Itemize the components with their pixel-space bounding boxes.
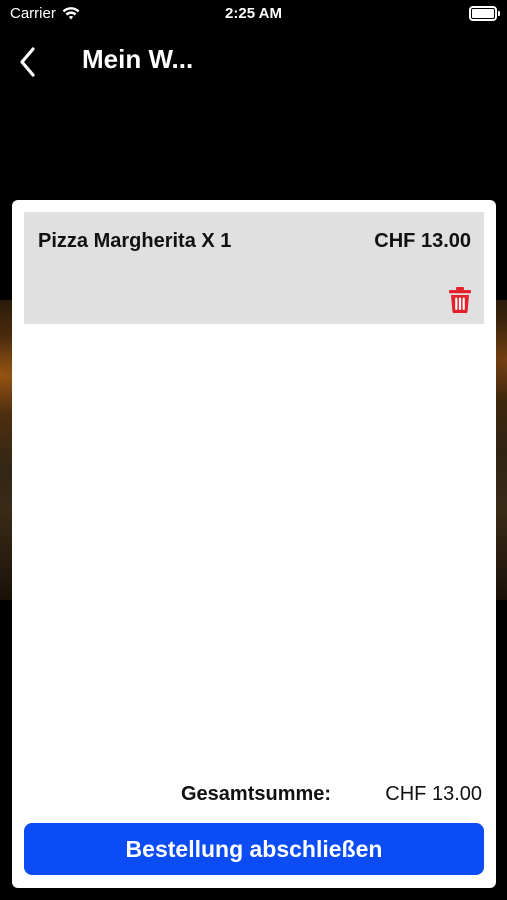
status-time: 2:25 AM bbox=[225, 5, 282, 22]
trash-icon bbox=[449, 287, 471, 313]
delete-item-button[interactable] bbox=[447, 286, 473, 314]
battery-icon bbox=[469, 6, 500, 21]
chevron-left-icon bbox=[20, 47, 35, 77]
cart-item-price: CHF 13.00 bbox=[374, 230, 471, 252]
checkout-button[interactable]: Bestellung abschließen bbox=[24, 823, 484, 875]
navigation-bar: Mein W... bbox=[0, 28, 507, 92]
page-title: Mein W... bbox=[82, 44, 194, 74]
total-label: Gesamtsumme: bbox=[181, 783, 332, 805]
cart-item: Pizza Margherita X 1 CHF 13.00 bbox=[24, 212, 484, 324]
cart-item-label: Pizza Margherita X 1 bbox=[38, 230, 232, 252]
status-bar: Carrier 2:25 AM bbox=[0, 0, 507, 28]
total-value: CHF 13.00 bbox=[385, 783, 482, 805]
cart-card: Pizza Margherita X 1 CHF 13.00 Gesamtsum… bbox=[12, 200, 496, 888]
back-button[interactable] bbox=[12, 42, 48, 82]
